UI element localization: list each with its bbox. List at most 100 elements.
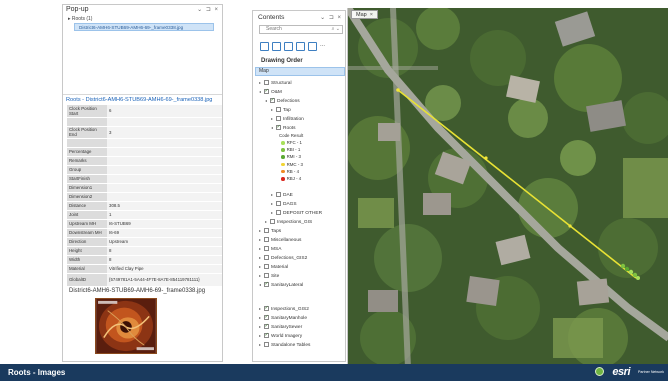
layer-item[interactable]: ▸ Infiltration — [271, 115, 304, 122]
layer-label: Inspections_GIS — [277, 220, 313, 225]
partner-network-label: Partner Network — [638, 370, 664, 374]
layer-label: Roots — [283, 126, 296, 131]
attribute-row: Dimension1 — [67, 183, 222, 193]
layer-visibility-checkbox[interactable] — [264, 264, 269, 270]
layer-visibility-checkbox[interactable] — [276, 116, 281, 122]
legend-item: RBJ - 4 — [281, 176, 301, 182]
layer-item[interactable]: ◂SanitaryLateral — [259, 281, 303, 288]
attribute-row: Joint 1 — [67, 210, 222, 220]
attribute-row: StartFinish — [67, 174, 222, 184]
layer-visibility-checkbox[interactable] — [264, 228, 269, 234]
layer-visibility-checkbox[interactable] — [270, 219, 275, 225]
layer-item[interactable]: ▸ Inspections_GIS — [265, 218, 312, 225]
map-tab[interactable]: Map × — [351, 10, 378, 19]
layer-item[interactable]: ▸ Material — [259, 263, 288, 270]
layer-item[interactable]: ▸ MSA — [259, 245, 281, 252]
legend-swatch-icon — [281, 177, 285, 181]
layer-item[interactable]: ▸Inspections_GIS2 — [259, 305, 309, 312]
layer-label: Material — [271, 265, 289, 270]
layer-visibility-checkbox[interactable] — [270, 97, 275, 104]
attribute-key: Clock Position End — [67, 126, 107, 139]
layer-item[interactable]: ▸ Defections_GIS2 — [259, 254, 307, 261]
layer-item[interactable]: ▸ Tap — [271, 106, 291, 113]
attribute-value — [107, 117, 222, 127]
contents-window-controls[interactable]: ⌄ ⊐ × — [320, 14, 342, 21]
attribute-value: I6-STUB69 — [107, 219, 222, 229]
search-icon[interactable]: ⌕ ⌄ — [332, 26, 340, 33]
image-caption: District6-AMH6-STUB69-AMH6-69-_frame0338… — [69, 288, 206, 294]
layer-visibility-checkbox[interactable] — [264, 332, 269, 339]
attribute-row: Downstream MH I6-69 — [67, 228, 222, 238]
layer-item[interactable]: ◂O&M — [259, 88, 282, 95]
layer-item[interactable]: ◂Defections — [265, 97, 300, 104]
attribute-value — [107, 138, 222, 148]
layer-visibility-checkbox[interactable] — [264, 323, 269, 330]
list-by-drawing-order-icon[interactable] — [260, 42, 269, 52]
layer-item[interactable]: ▸World Imagery — [259, 332, 302, 339]
layer-item[interactable]: ▸ Taps — [259, 227, 281, 234]
layer-visibility-checkbox[interactable] — [276, 192, 281, 198]
popup-window-controls[interactable]: ⌄ ⊐ × — [197, 6, 219, 13]
legend-label: RFC - 1 — [286, 140, 302, 145]
layer-label: SanitaryManhole — [271, 316, 307, 321]
layer-visibility-checkbox[interactable] — [264, 281, 269, 288]
layer-label: Site — [271, 274, 280, 279]
layer-visibility-checkbox[interactable] — [264, 255, 269, 261]
layer-visibility-checkbox[interactable] — [264, 80, 269, 86]
close-icon[interactable]: × — [370, 12, 373, 18]
layer-label: Defections — [277, 99, 300, 104]
attribute-value: 8 — [107, 255, 222, 265]
layer-label: O&M — [271, 90, 282, 95]
list-by-editing-icon[interactable] — [296, 42, 305, 52]
popup-splitter[interactable] — [63, 94, 222, 95]
attribute-row: Direction Upstream — [67, 237, 222, 247]
layer-label: DAGS — [283, 202, 297, 207]
layer-visibility-checkbox[interactable] — [276, 124, 281, 131]
more-options-icon[interactable]: ... — [320, 42, 325, 51]
layer-visibility-checkbox[interactable] — [264, 246, 269, 252]
list-by-snapping-icon[interactable] — [308, 42, 317, 52]
layer-visibility-checkbox[interactable] — [264, 342, 269, 348]
attribute-value — [107, 192, 222, 202]
attribute-value: 6 — [107, 105, 222, 118]
layer-visibility-checkbox[interactable] — [276, 107, 281, 113]
legend-label: RBJ - 4 — [286, 176, 302, 181]
contents-search-input[interactable]: Search ⌕ ⌄ — [259, 25, 343, 34]
layer-label: DAE — [283, 193, 293, 198]
layer-visibility-checkbox[interactable] — [264, 88, 269, 95]
attribute-row — [67, 138, 222, 148]
popup-tree-selected-feature[interactable]: District6-AMH6-STUB69-AMH6-69-_frame0338… — [74, 23, 214, 31]
attribute-row: Clock Position End 3 — [67, 126, 222, 139]
layer-label: SanitarySewer — [271, 325, 303, 330]
attribute-key: Dimension1 — [67, 183, 107, 193]
map-view[interactable]: Map × — [347, 8, 668, 368]
layer-item[interactable]: ▸ Miscellaneous — [259, 236, 301, 243]
layer-label: Inspections_GIS2 — [271, 307, 309, 312]
layer-label: Standalone Tables — [271, 343, 311, 348]
layer-item[interactable]: ▸ DEPOSIT OTHER — [271, 209, 322, 216]
layer-visibility-checkbox[interactable] — [264, 273, 269, 279]
layer-visibility-checkbox[interactable] — [276, 210, 281, 216]
attribute-key: Upstream MH — [67, 219, 107, 229]
layer-visibility-checkbox[interactable] — [264, 305, 269, 312]
list-by-source-icon[interactable] — [272, 42, 281, 52]
layer-item[interactable]: ▸ Structural — [259, 79, 292, 86]
layer-visibility-checkbox[interactable] — [264, 237, 269, 243]
pipe-inspection-photo — [95, 298, 157, 354]
layer-visibility-checkbox[interactable] — [276, 201, 281, 207]
layer-item[interactable]: ▸SanitarySewer — [259, 323, 302, 330]
attribute-key: Group — [67, 165, 107, 175]
layer-item[interactable]: ◂Roots — [271, 124, 296, 131]
layer-visibility-checkbox[interactable] — [264, 314, 269, 321]
list-by-selection-icon[interactable] — [284, 42, 293, 52]
legend-swatch-icon — [281, 155, 285, 160]
layer-item[interactable]: ▸ DAGS — [271, 200, 297, 207]
layer-item[interactable]: ▸SanitaryManhole — [259, 314, 307, 321]
layer-item[interactable]: ▸ Standalone Tables — [259, 341, 310, 348]
layer-map[interactable]: Map — [255, 67, 345, 76]
aerial-imagery[interactable] — [348, 8, 668, 368]
esri-globe-icon — [595, 367, 604, 376]
popup-tree-root[interactable]: ▸ Roots (1) — [68, 16, 92, 22]
layer-item[interactable]: ▸ Site — [259, 272, 279, 279]
layer-item[interactable]: ▸ DAE — [271, 191, 293, 198]
